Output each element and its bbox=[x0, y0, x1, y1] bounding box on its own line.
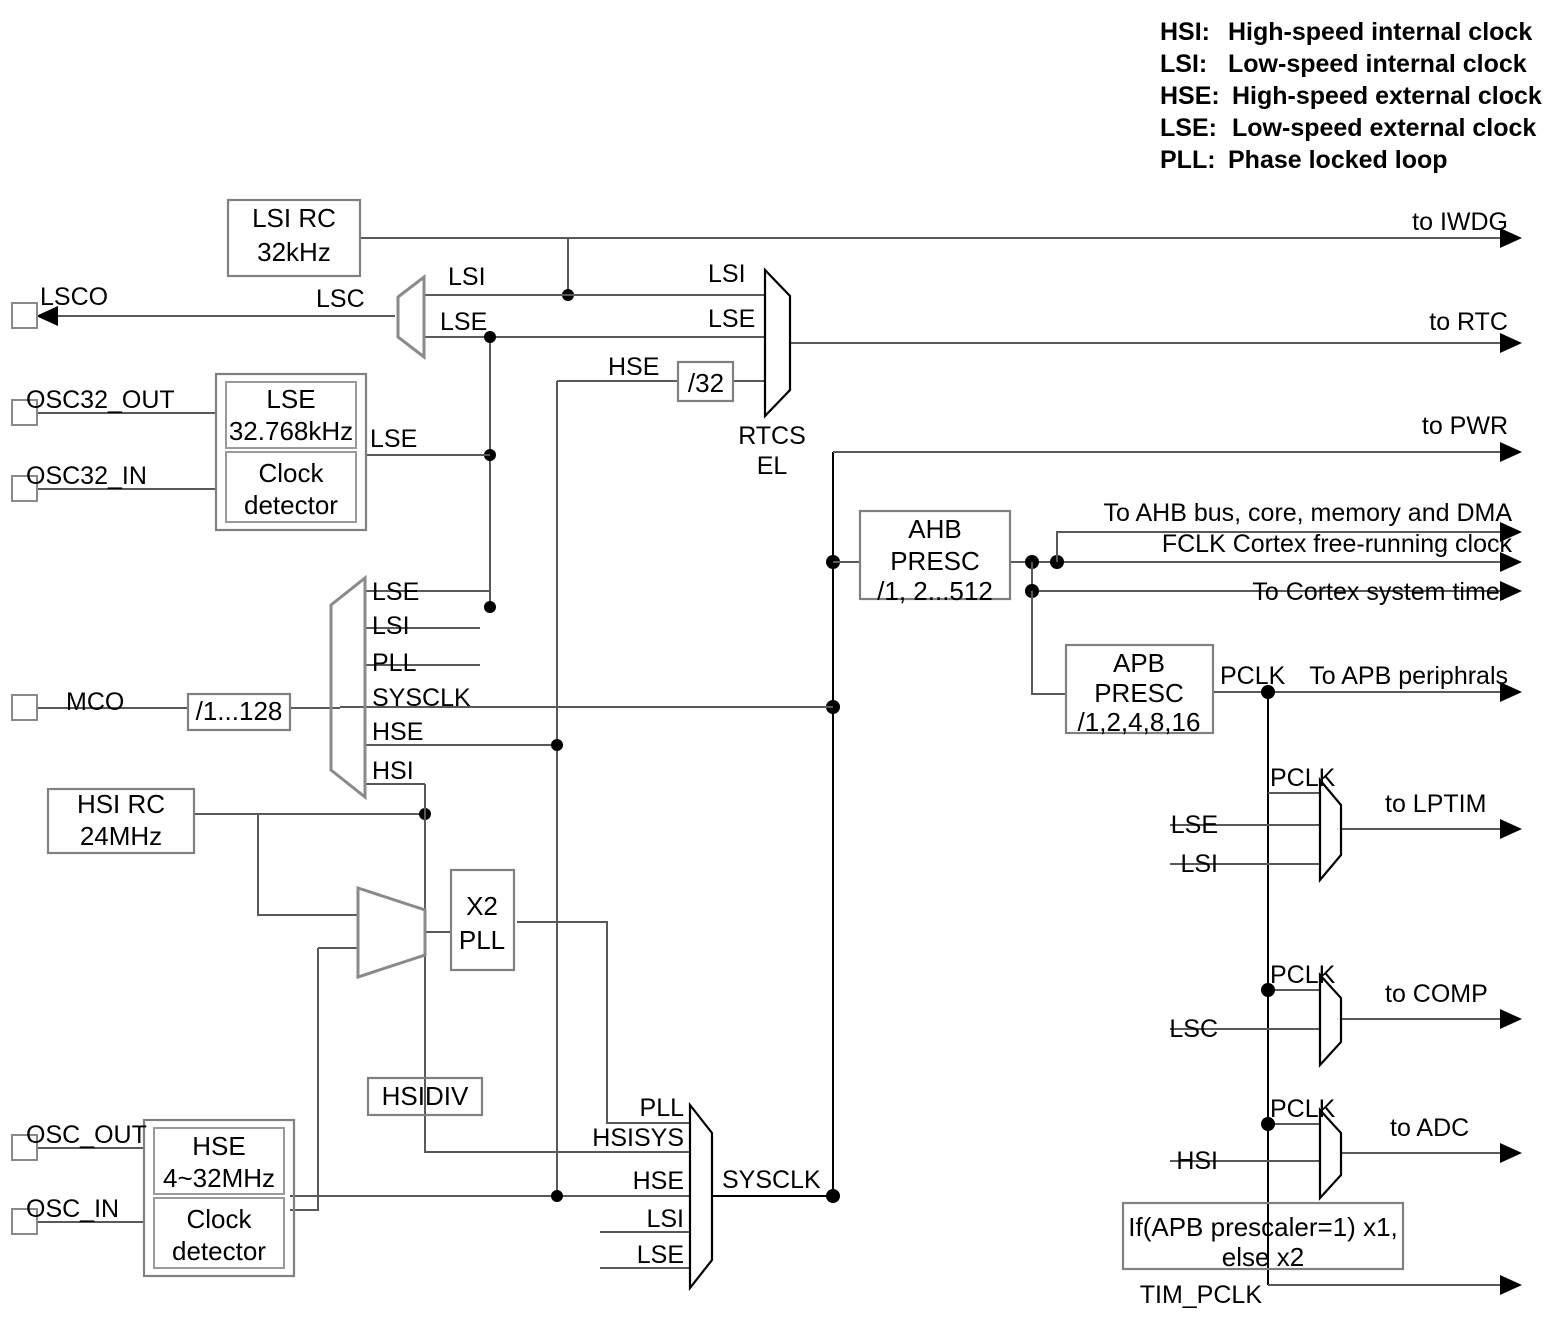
hse-detector-line2: detector bbox=[172, 1236, 266, 1266]
lse-detector-line2: detector bbox=[244, 490, 338, 520]
label-lsc-in-lse: LSE bbox=[440, 308, 487, 336]
hse-detector-line1: Clock bbox=[186, 1204, 252, 1234]
wire-pll-out bbox=[517, 921, 690, 1124]
output-comp: to COMP bbox=[1385, 980, 1488, 1008]
pad-label-lsco: LSCO bbox=[40, 283, 108, 311]
legend-abbr-pll: PLL: bbox=[1160, 146, 1216, 174]
label-adc-in-hsi: HSI bbox=[1176, 1147, 1218, 1175]
output-apb: To APB periphrals bbox=[1309, 662, 1508, 690]
pad-label-osc32-out: OSC32_OUT bbox=[26, 386, 175, 414]
junction-hse-mco bbox=[551, 739, 563, 751]
label-adc-in-pclk: PCLK bbox=[1270, 1095, 1336, 1123]
label-mco-in-sysclk: SYSCLK bbox=[372, 684, 471, 712]
pad-label-osc32-in: OSC32_IN bbox=[26, 462, 147, 490]
output-rtc: to RTC bbox=[1429, 308, 1508, 336]
apb-line2: PRESC bbox=[1094, 678, 1184, 708]
ahb-line1: AHB bbox=[908, 514, 961, 544]
lsi-rc-line2: 32kHz bbox=[257, 237, 331, 267]
label-mco-in-hse: HSE bbox=[372, 718, 423, 746]
label-mco-in-lse: LSE bbox=[372, 578, 419, 606]
label-mco-in-hsi: HSI bbox=[372, 757, 414, 785]
legend-abbr-hsi: HSI: bbox=[1160, 18, 1210, 46]
apb-line1: APB bbox=[1113, 648, 1165, 678]
tim-mult-line1: If(APB prescaler=1) x1, bbox=[1128, 1212, 1398, 1242]
hsi-rc-line2: 24MHz bbox=[80, 821, 162, 851]
wire-ahb-to-apb bbox=[1031, 591, 1066, 695]
apb-line3: /1,2,4,8,16 bbox=[1078, 707, 1201, 737]
output-ahb-bus: To AHB bus, core, memory and DMA bbox=[1104, 499, 1513, 527]
output-pwr: to PWR bbox=[1422, 412, 1508, 440]
mux-adc[interactable] bbox=[1318, 1107, 1343, 1201]
label-rtcsel-name1: RTCS bbox=[738, 422, 806, 450]
lse-osc-line2: 32.768kHz bbox=[229, 416, 353, 446]
legend-abbr-lse: LSE: bbox=[1160, 114, 1217, 142]
hse-osc-line1: HSE bbox=[192, 1131, 245, 1161]
output-fclk: FCLK Cortex free-running clock bbox=[1162, 530, 1513, 558]
label-rtcsel-in-lsi: LSI bbox=[708, 260, 746, 288]
ahb-line3: /1, 2...512 bbox=[877, 576, 993, 606]
pll-line2: PLL bbox=[459, 925, 505, 955]
pad-label-osc-out: OSC_OUT bbox=[26, 1121, 147, 1149]
output-iwdg: to IWDG bbox=[1412, 208, 1508, 236]
output-lptim: to LPTIM bbox=[1385, 790, 1486, 818]
label-lsc-in-lsi: LSI bbox=[448, 263, 486, 291]
hsi-rc-line1: HSI RC bbox=[77, 789, 165, 819]
pad-mco[interactable] bbox=[11, 694, 38, 721]
label-sysclk-in-lsi: LSI bbox=[646, 1205, 684, 1233]
junction-hse-sysclk bbox=[551, 1190, 563, 1202]
lsi-rc-line1: LSI RC bbox=[252, 203, 336, 233]
clock-tree-diagram: HSI: High-speed internal clock LSI: Low-… bbox=[0, 0, 1548, 1344]
div32-label: /32 bbox=[688, 368, 724, 398]
legend-desc-hse: High-speed external clock bbox=[1232, 82, 1542, 110]
lse-osc-line1: LSE bbox=[266, 384, 315, 414]
pad-lsco[interactable] bbox=[11, 302, 38, 329]
wire-hsi-to-pllsrc bbox=[257, 814, 358, 916]
legend-abbr-lsi: LSI: bbox=[1160, 50, 1207, 78]
label-mco-in-pll: PLL bbox=[372, 649, 417, 677]
label-rtcsel-name2: EL bbox=[757, 452, 788, 480]
label-lse-osc-out: LSE bbox=[370, 425, 417, 453]
label-mco-in-lsi: LSI bbox=[372, 612, 410, 640]
label-rtcsel-in-lse: LSE bbox=[708, 305, 755, 333]
label-comp-in-lsc: LSC bbox=[1169, 1015, 1218, 1043]
mco-div-label: /1...128 bbox=[196, 696, 283, 726]
junction-lse-mco bbox=[484, 601, 496, 613]
label-sysclk-in-hsisys: HSISYS bbox=[592, 1124, 684, 1152]
label-lsc-out: LSC bbox=[316, 285, 365, 313]
output-adc: to ADC bbox=[1390, 1114, 1469, 1142]
legend-desc-pll: Phase locked loop bbox=[1228, 146, 1448, 174]
legend-abbr-hse: HSE: bbox=[1160, 82, 1220, 110]
label-tim-pclk: TIM_PCLK bbox=[1140, 1281, 1263, 1309]
pad-label-osc-in: OSC_IN bbox=[26, 1195, 119, 1223]
mux-pll-source[interactable] bbox=[356, 885, 427, 980]
pll-line1: X2 bbox=[466, 891, 498, 921]
diagram-canvas: HSI: High-speed internal clock LSI: Low-… bbox=[11, 18, 1542, 1309]
label-sysclk-in-lse: LSE bbox=[637, 1241, 684, 1269]
label-comp-in-pclk: PCLK bbox=[1270, 961, 1336, 989]
output-systimer: To Cortex system timer bbox=[1252, 578, 1508, 606]
tim-mult-line2: else x2 bbox=[1222, 1242, 1304, 1272]
hse-osc-line2: 4~32MHz bbox=[163, 1163, 275, 1193]
mux-rtcsel[interactable] bbox=[763, 267, 792, 419]
legend: HSI: High-speed internal clock LSI: Low-… bbox=[1160, 18, 1542, 174]
legend-desc-hsi: High-speed internal clock bbox=[1228, 18, 1532, 46]
label-lptim-in-lse: LSE bbox=[1171, 811, 1218, 839]
mux-sysclk[interactable] bbox=[688, 1101, 714, 1292]
hsidiv-label: HSIDIV bbox=[382, 1081, 469, 1111]
mux-lptim[interactable] bbox=[1318, 776, 1343, 884]
lse-detector-line1: Clock bbox=[258, 458, 324, 488]
label-rtcsel-in-hse: HSE bbox=[608, 353, 659, 381]
pad-label-mco: MCO bbox=[66, 688, 124, 716]
label-sysclk-in-hse: HSE bbox=[633, 1167, 684, 1195]
label-sysclk-out: SYSCLK bbox=[722, 1166, 821, 1194]
label-sysclk-in-pll: PLL bbox=[640, 1094, 685, 1122]
legend-desc-lse: Low-speed external clock bbox=[1232, 114, 1536, 142]
legend-desc-lsi: Low-speed internal clock bbox=[1228, 50, 1527, 78]
label-lptim-in-lsi: LSI bbox=[1180, 850, 1218, 878]
mux-lsc[interactable] bbox=[396, 273, 426, 361]
label-lptim-in-pclk: PCLK bbox=[1270, 764, 1336, 792]
ahb-line2: PRESC bbox=[890, 546, 980, 576]
label-pclk-apb: PCLK bbox=[1220, 662, 1286, 690]
mux-mco-source[interactable] bbox=[329, 574, 367, 801]
